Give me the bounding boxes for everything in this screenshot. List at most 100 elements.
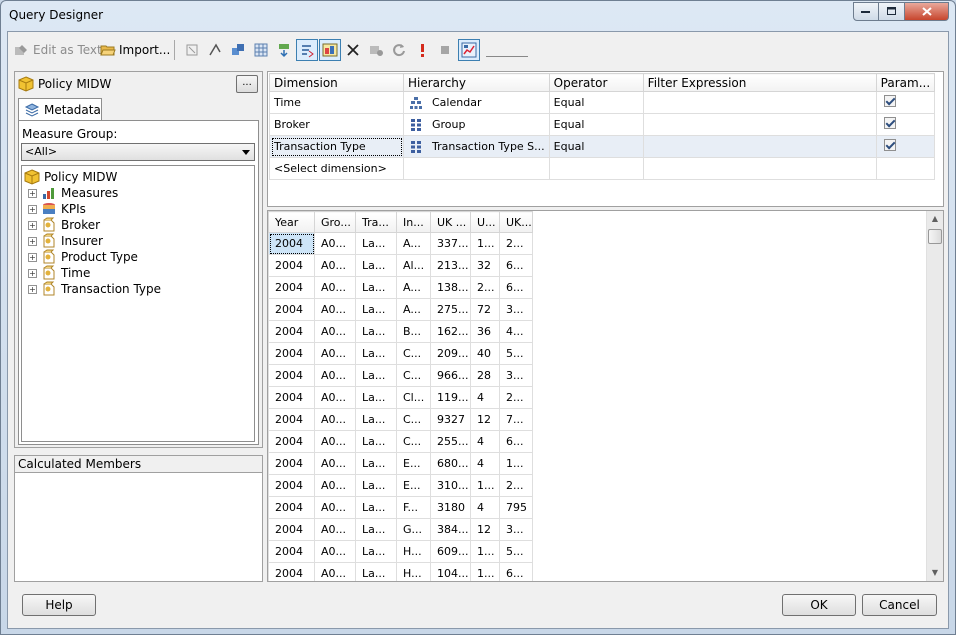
table-cell[interactable]: 2004 — [268, 254, 315, 277]
tree-item-product-type[interactable]: + Product Type — [28, 249, 138, 265]
table-cell[interactable]: 213... — [430, 254, 471, 277]
tree-item-kpis[interactable]: + KPIs — [28, 201, 86, 217]
table-row[interactable]: 2004 A0... La... C... 209... 40 5... — [268, 342, 533, 365]
table-cell[interactable]: A0... — [314, 320, 356, 343]
table-cell[interactable]: 138... — [430, 276, 471, 299]
table-cell[interactable]: A... — [396, 298, 431, 321]
table-cell[interactable]: A0... — [314, 408, 356, 431]
table-cell[interactable]: E... — [396, 452, 431, 475]
filter-expression-cell[interactable] — [642, 113, 877, 136]
table-cell[interactable]: La... — [355, 430, 397, 453]
table-cell[interactable]: 3... — [499, 298, 533, 321]
cancel-button[interactable]: Cancel — [862, 594, 937, 616]
operator-cell[interactable]: Equal — [548, 135, 644, 158]
column-header-dimension[interactable]: Dimension — [269, 73, 404, 92]
table-row[interactable]: 2004 A0... La... A... 138... 2... 6... — [268, 276, 533, 299]
table-cell[interactable]: La... — [355, 342, 397, 365]
table-cell[interactable]: H... — [396, 540, 431, 563]
table-cell[interactable]: 2... — [499, 474, 533, 497]
table-row[interactable]: 2004 A0... La... C... 9327 12 7... — [268, 408, 533, 431]
table-cell[interactable]: 3180 — [430, 496, 471, 519]
table-cell[interactable]: 6... — [499, 562, 533, 581]
expand-icon[interactable]: + — [28, 188, 37, 198]
scroll-up-icon[interactable]: ▲ — [927, 211, 943, 227]
table-cell[interactable]: 4 — [470, 386, 500, 409]
table-cell[interactable]: 384... — [430, 518, 471, 541]
filter-row-selected[interactable]: Transaction Type Transaction Type S... E… — [269, 135, 936, 158]
table-cell[interactable]: 2... — [499, 232, 533, 255]
table-cell[interactable]: A0... — [314, 540, 356, 563]
dimension-cell[interactable]: Broker — [269, 113, 404, 136]
table-cell[interactable]: La... — [355, 276, 397, 299]
table-cell[interactable]: G... — [396, 518, 431, 541]
show-empty-cells-button[interactable] — [273, 39, 295, 61]
expand-icon[interactable]: + — [28, 236, 37, 246]
dimension-cell[interactable]: Transaction Type — [269, 135, 404, 158]
table-row[interactable]: 2004 A0... La... F... 3180 4 795 — [268, 496, 533, 519]
table-cell[interactable]: 4... — [499, 320, 533, 343]
table-cell[interactable]: 1... — [470, 562, 500, 581]
table-cell[interactable]: La... — [355, 386, 397, 409]
table-cell[interactable]: A0... — [314, 254, 356, 277]
table-cell[interactable]: 2004 — [268, 386, 315, 409]
table-cell[interactable]: 2004 — [268, 298, 315, 321]
table-cell[interactable]: A0... — [314, 276, 356, 299]
ok-button[interactable]: OK — [782, 594, 856, 616]
tree-item-time[interactable]: + Time — [28, 265, 90, 281]
filter-row[interactable]: Time Calendar Equal — [269, 91, 936, 114]
delete-button[interactable] — [342, 39, 364, 61]
table-cell[interactable]: La... — [355, 232, 397, 255]
table-cell[interactable]: A0... — [314, 298, 356, 321]
table-cell[interactable]: A... — [396, 232, 431, 255]
table-cell[interactable]: 966... — [430, 364, 471, 387]
table-cell[interactable]: 2004 — [268, 518, 315, 541]
table-cell[interactable]: C... — [396, 342, 431, 365]
table-cell[interactable]: 2004 — [268, 540, 315, 563]
table-cell[interactable]: 12 — [470, 518, 500, 541]
expand-icon[interactable]: + — [28, 204, 37, 214]
table-cell[interactable]: F... — [396, 496, 431, 519]
table-cell[interactable]: 4 — [470, 452, 500, 475]
operator-cell[interactable]: Equal — [548, 113, 644, 136]
select-dimension-cell[interactable]: <Select dimension> — [269, 157, 404, 180]
minimize-button[interactable] — [853, 2, 879, 21]
tree-root[interactable]: Policy MIDW — [24, 169, 117, 185]
edit-as-text-button[interactable]: Edit as Text — [14, 40, 102, 60]
table-cell[interactable]: Al... — [396, 254, 431, 277]
table-cell[interactable]: 2004 — [268, 408, 315, 431]
table-cell[interactable]: 2004 — [268, 496, 315, 519]
table-cell[interactable]: 2... — [499, 386, 533, 409]
table-cell[interactable]: La... — [355, 408, 397, 431]
table-row[interactable]: 2004 A0... La... Cl... 119... 4 2... — [268, 386, 533, 409]
table-cell[interactable]: 2004 — [268, 276, 315, 299]
table-cell[interactable]: 680... — [430, 452, 471, 475]
auto-execute-button[interactable] — [296, 39, 318, 61]
design-mode-button[interactable] — [458, 39, 480, 61]
browse-cube-button[interactable]: ... — [236, 75, 258, 93]
show-aggregates-toggle[interactable] — [319, 39, 341, 61]
tab-metadata[interactable]: Metadata — [18, 98, 102, 120]
add-calculated-member-button[interactable] — [181, 39, 203, 61]
table-cell[interactable]: La... — [355, 474, 397, 497]
hierarchy-cell[interactable]: Calendar — [403, 91, 550, 114]
table-cell[interactable]: La... — [355, 518, 397, 541]
table-cell[interactable]: 2004 — [268, 232, 315, 255]
table-row[interactable]: 2004 A0... La... H... 609... 1... 5... — [268, 540, 533, 563]
scrollbar-thumb[interactable] — [928, 229, 942, 244]
table-cell[interactable]: 795 — [499, 496, 533, 519]
table-cell[interactable]: 337... — [430, 232, 471, 255]
table-cell[interactable]: 1... — [470, 540, 500, 563]
table-cell[interactable]: 5... — [499, 342, 533, 365]
table-cell[interactable]: 6... — [499, 254, 533, 277]
tree-item-insurer[interactable]: + Insurer — [28, 233, 103, 249]
table-cell[interactable]: 6... — [499, 276, 533, 299]
expand-icon[interactable]: + — [28, 220, 37, 230]
hierarchy-cell[interactable]: Transaction Type S... — [403, 135, 550, 158]
table-cell[interactable]: 12 — [470, 408, 500, 431]
table-cell[interactable]: A0... — [314, 386, 356, 409]
table-cell[interactable]: 2... — [470, 276, 500, 299]
table-cell[interactable]: La... — [355, 540, 397, 563]
dimension-cell[interactable]: Time — [269, 91, 404, 114]
close-button[interactable] — [905, 2, 949, 21]
column-header-filter-expression[interactable]: Filter Expression — [642, 73, 877, 92]
